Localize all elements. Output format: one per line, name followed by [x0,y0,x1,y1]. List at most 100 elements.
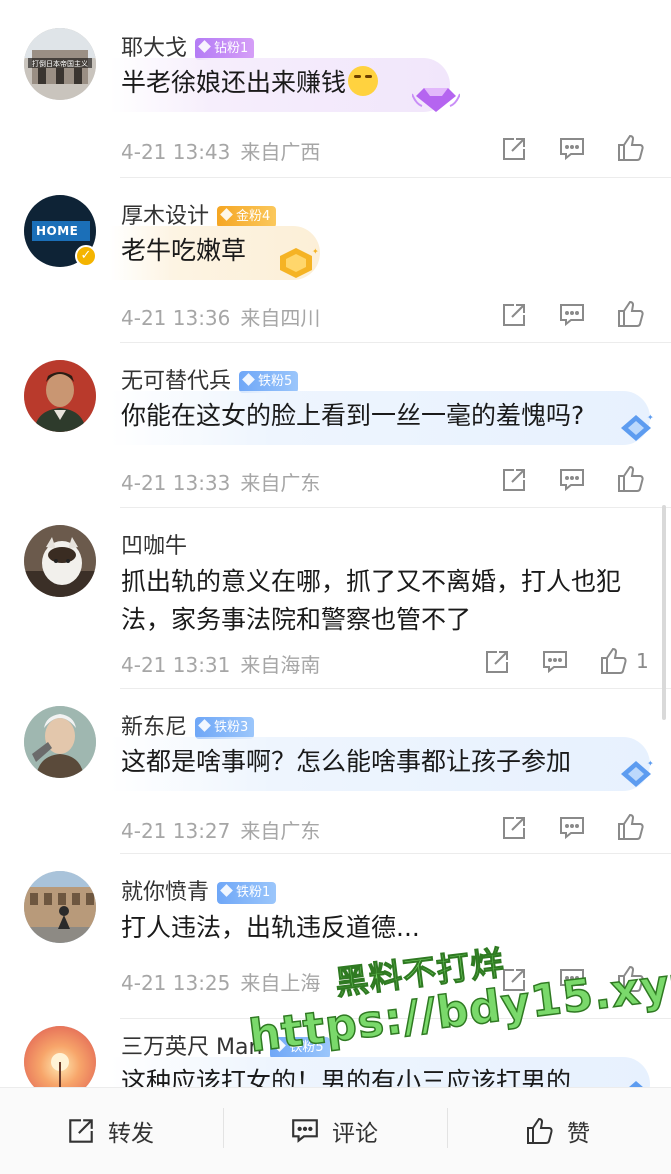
location: 来自上海 [240,971,321,995]
location: 来自广东 [240,471,321,495]
fan-badge-label: 金粉4 [236,209,271,224]
avatar[interactable] [24,871,96,943]
share-button[interactable] [500,966,528,994]
fan-badge[interactable]: 铁粉1 [217,882,277,904]
location: 来自四川 [240,306,321,330]
gold-badge-icon: ✦ [280,247,319,278]
comment-icon [560,304,584,327]
thumbs-up-icon [618,965,644,992]
username[interactable]: 就你愤青 [121,880,209,905]
avatar[interactable] [24,360,96,432]
thumbs-up-icon [618,134,644,161]
like-button[interactable] [616,299,646,329]
username[interactable]: 凹咖牛 [121,534,187,559]
share-button[interactable] [500,466,528,494]
gold-gem-icon [220,208,233,221]
comment-item: 凹咖牛 抓出轨的意义在哪，抓了又不离婚，打人也犯法，家务事法院和警察也管不了 4… [0,508,671,689]
thumbs-up-icon [601,647,627,674]
comment-text: 老牛吃嫩草 [121,236,247,265]
share-button[interactable] [483,648,511,676]
comment-text: 你能在这女的脸上看到一丝一毫的羞愧吗? [121,401,585,430]
comment-item: 三万英尺 Man 铁粉5 这种应该打女的！男的有小三应该打男的 [0,1019,671,1087]
reply-button[interactable] [558,466,586,494]
username-row: 就你愤青 铁粉1 [121,874,277,906]
scrollbar[interactable] [662,505,666,720]
repost-label: 转发 [108,1121,154,1147]
fan-badge-label: 钻粉1 [214,41,249,56]
comment-icon [560,469,584,492]
share-button[interactable] [500,135,528,163]
timestamp: 4-21 13:27 [121,819,231,843]
repost-button[interactable]: 转发 [66,1088,154,1174]
reply-button[interactable] [558,814,586,842]
comment-meta: 4-21 13:31 来自海南 [121,649,320,678]
comment-item: 就你愤青 铁粉1 打人违法，出轨违反道德... 4-21 13:25 来自上海 [0,854,671,1019]
comment-icon [543,651,567,674]
fan-badge[interactable]: 铁粉3 [195,717,255,739]
diamond-icon [198,40,211,53]
comment-meta: 4-21 13:36 来自四川 [121,302,320,331]
comment-text: 这都是啥事啊？怎么能啥事都让孩子参加 [121,747,572,776]
avatar[interactable] [24,525,96,597]
share-icon [503,969,525,991]
divider [223,1108,224,1148]
username-row: 凹咖牛 [121,528,187,560]
reply-button[interactable] [558,301,586,329]
iron-badge-icon [629,1081,643,1087]
iron-gem-icon [273,1039,287,1052]
timestamp: 4-21 13:25 [121,971,231,995]
share-icon [486,651,508,673]
like-button[interactable]: 赞 [525,1088,590,1174]
avatar-caption: HOME [36,224,79,238]
timestamp: 4-21 13:31 [121,653,231,677]
reply-button[interactable] [558,966,586,994]
timestamp: 4-21 13:33 [121,471,231,495]
fan-badge-label: 铁粉1 [236,885,271,900]
fan-badge[interactable]: 金粉4 [217,206,277,228]
like-button[interactable] [616,133,646,163]
fan-badge[interactable]: 铁粉5 [239,371,299,393]
share-icon [503,138,525,160]
thumbs-up-icon [527,1117,553,1144]
comment-icon [560,817,584,840]
comment-meta: 4-21 13:25 来自上海 [121,967,320,996]
share-button[interactable] [500,301,528,329]
like-label: 赞 [567,1121,590,1147]
iron-badge-icon: ✦ [621,413,654,441]
iron-badge-icon: ✦ [621,759,654,787]
comment-icon [560,969,584,992]
comment-text: 这种应该打女的！男的有小三应该打男的 [121,1067,572,1087]
comment-item: 无可替代兵 铁粉5 你能在这女的脸上看到一丝一毫的羞愧吗? ✦ 4-21 13:3… [0,343,671,508]
fan-badge-label: 铁粉3 [214,720,249,735]
like-button[interactable] [616,964,646,994]
share-icon [503,469,525,491]
avatar[interactable] [24,1026,96,1087]
comment-item: 新东尼 铁粉3 这都是啥事啊？怎么能啥事都让孩子参加 ✦ 4-21 13:27 来自… [0,689,671,854]
location: 来自广东 [240,819,321,843]
comment-button[interactable]: 评论 [290,1088,378,1174]
comment-icon [560,138,584,161]
like-button[interactable] [599,646,629,676]
verified-badge-icon: ✓ [75,245,97,267]
reply-button[interactable] [558,135,586,163]
comment-text: 打人违法，出轨违反道德... [121,913,420,942]
fan-badge-label: 铁粉5 [289,1040,324,1055]
divider [447,1108,448,1148]
reply-button[interactable] [541,648,569,676]
fan-badge[interactable]: 铁粉5 [270,1037,330,1059]
share-icon [503,304,525,326]
like-button[interactable] [616,464,646,494]
avatar[interactable] [24,706,96,778]
comment-meta: 4-21 13:27 来自广东 [121,815,320,844]
diamond-badge-icon [412,88,460,112]
svg-text:✦: ✦ [312,247,319,256]
avatar-caption: 打倒日本帝国主义 [32,60,88,68]
thumbs-up-icon [618,300,644,327]
thumbs-up-icon [618,813,644,840]
comment-text-content: 半老徐娘还出来赚钱 [121,68,347,97]
like-button[interactable] [616,812,646,842]
iron-gem-icon [220,884,233,897]
share-button[interactable] [500,814,528,842]
fan-badge[interactable]: 钻粉1 [195,38,255,60]
avatar[interactable]: 打倒日本帝国主义 [24,28,96,100]
